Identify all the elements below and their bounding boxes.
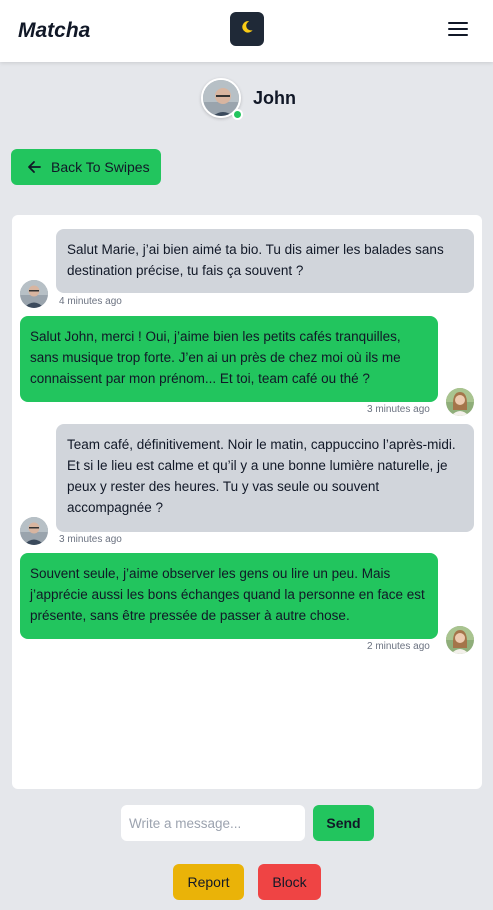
brand-logo[interactable]: Matcha bbox=[18, 19, 90, 43]
message-bubble-sent: Salut John, merci ! Oui, j’aime bien les… bbox=[20, 316, 438, 402]
message-timestamp: 3 minutes ago bbox=[59, 534, 122, 545]
message-text: Team café, définitivement. Noir le matin… bbox=[67, 437, 456, 515]
message-bubble-received: Team café, définitivement. Noir le matin… bbox=[56, 424, 474, 532]
back-button-label: Back To Swipes bbox=[51, 159, 150, 175]
chat-messages-panel[interactable]: Salut Marie, j’ai bien aimé ta bio. Tu d… bbox=[12, 215, 482, 789]
back-to-swipes-button[interactable]: Back To Swipes bbox=[11, 149, 161, 185]
block-button[interactable]: Block bbox=[258, 864, 321, 900]
message-text: Souvent seule, j’aime observer les gens … bbox=[30, 566, 425, 623]
message-input[interactable] bbox=[121, 805, 305, 841]
user-avatar-small bbox=[446, 626, 474, 654]
message-timestamp: 2 minutes ago bbox=[367, 641, 430, 652]
report-button[interactable]: Report bbox=[173, 864, 244, 900]
top-navbar: Matcha bbox=[0, 0, 493, 62]
user-avatar-small bbox=[446, 388, 474, 416]
online-status-indicator bbox=[232, 109, 243, 120]
moon-icon bbox=[240, 20, 254, 39]
send-button[interactable]: Send bbox=[313, 805, 374, 841]
partner-avatar-small bbox=[20, 280, 48, 308]
partner-name: John bbox=[253, 87, 296, 108]
partner-avatar-small bbox=[20, 517, 48, 545]
hamburger-menu-icon[interactable] bbox=[448, 22, 468, 40]
chat-partner-header: John bbox=[201, 78, 296, 120]
message-bubble-sent: Souvent seule, j’aime observer les gens … bbox=[20, 553, 438, 639]
arrow-left-icon bbox=[27, 160, 41, 174]
message-text: Salut John, merci ! Oui, j’aime bien les… bbox=[30, 329, 401, 386]
message-bubble-received: Salut Marie, j’ai bien aimé ta bio. Tu d… bbox=[56, 229, 474, 293]
message-text: Salut Marie, j’ai bien aimé ta bio. Tu d… bbox=[67, 242, 444, 278]
message-timestamp: 4 minutes ago bbox=[59, 296, 122, 307]
message-timestamp: 3 minutes ago bbox=[367, 404, 430, 415]
theme-toggle-button[interactable] bbox=[230, 12, 264, 46]
